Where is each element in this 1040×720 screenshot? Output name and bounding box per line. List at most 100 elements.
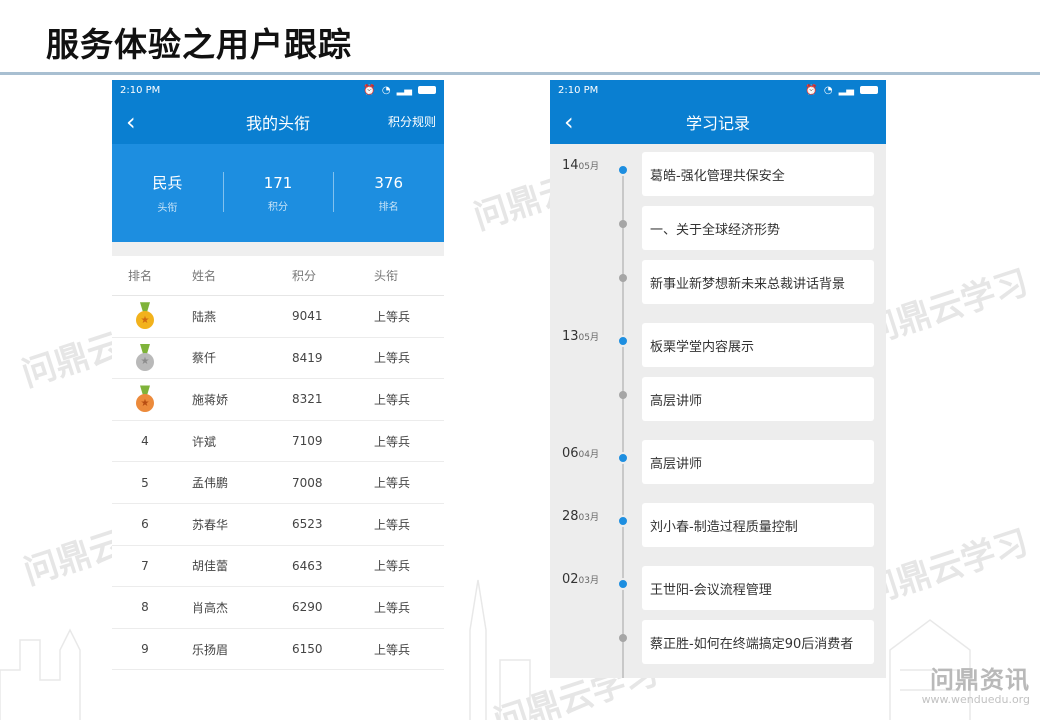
score-cell: 7109 — [292, 434, 323, 449]
score-cell: 6150 — [292, 642, 323, 657]
timeline-date: 2803月 — [562, 509, 599, 524]
column-header-rank: 排名 — [128, 269, 153, 283]
rank-cell: 7 — [141, 558, 149, 573]
status-bar: 2:10 PM ⏰ ◔ ▂▄ — [112, 80, 444, 100]
score-cell: 6290 — [292, 600, 323, 615]
stat-label: 排名 — [378, 201, 399, 213]
title-cell: 上等兵 — [374, 642, 411, 657]
stat-label: 积分 — [268, 201, 288, 213]
name-cell: 肖高杰 — [192, 600, 229, 615]
wifi-icon: ◔ — [823, 84, 833, 96]
course-card[interactable]: 葛皓-强化管理共保安全 — [642, 152, 874, 196]
name-cell: 苏春华 — [192, 517, 229, 532]
table-row[interactable]: 5 孟伟鹏 7008 上等兵 — [112, 462, 444, 504]
column-header-score: 积分 — [292, 269, 317, 283]
title-cell: 上等兵 — [374, 309, 411, 324]
timeline-dot-icon — [619, 220, 627, 228]
score-cell: 6523 — [292, 517, 323, 532]
table-row[interactable]: 8 肖高杰 6290 上等兵 — [112, 587, 444, 629]
score-cell: 6463 — [292, 558, 323, 573]
timeline-dot-icon — [619, 274, 627, 282]
timeline-item: 高层讲师 — [550, 377, 886, 421]
course-card[interactable]: 蔡正胜-如何在终端搞定90后消费者 — [642, 620, 874, 664]
ranking-phone-screen: 2:10 PM ⏰ ◔ ▂▄ ‹ 我的头衔 积分规则 民兵 头衔 171 积分 … — [112, 80, 444, 670]
title-divider — [0, 72, 1040, 75]
battery-icon — [860, 86, 878, 94]
course-card[interactable]: 板栗学堂内容展示 — [642, 323, 874, 367]
table-row[interactable]: ★ 施蒋娇 8321 上等兵 — [112, 379, 444, 421]
table-row[interactable]: ★ 陆燕 9041 上等兵 — [112, 296, 444, 338]
name-cell: 乐扬眉 — [192, 642, 229, 657]
course-card[interactable]: 王世阳-会议流程管理 — [642, 566, 874, 610]
table-row[interactable]: 6 苏春华 6523 上等兵 — [112, 504, 444, 546]
name-cell: 施蒋娇 — [192, 392, 229, 407]
timeline-item: 2803月 刘小春-制造过程质量控制 — [550, 503, 886, 547]
points-rules-link[interactable]: 积分规则 — [388, 113, 436, 130]
alarm-icon: ⏰ — [805, 84, 818, 96]
screen-title: 学习记录 — [685, 114, 750, 133]
column-header-name: 姓名 — [192, 269, 217, 283]
name-cell: 孟伟鹏 — [192, 476, 229, 491]
status-bar: 2:10 PM ⏰ ◔ ▂▄ — [550, 80, 886, 100]
timeline-date: 1405月 — [562, 158, 599, 173]
timeline-item: 0203月 王世阳-会议流程管理 — [550, 566, 886, 610]
nav-bar: ‹ 我的头衔 积分规则 — [112, 100, 444, 144]
battery-icon — [418, 86, 436, 94]
score-cell: 9041 — [292, 309, 323, 324]
stat-rank: 376 排名 — [333, 171, 444, 213]
status-time: 2:10 PM — [558, 84, 599, 96]
score-cell: 7008 — [292, 475, 323, 490]
timeline-dot-icon — [619, 634, 627, 642]
user-stats-panel: 民兵 头衔 171 积分 376 排名 — [112, 144, 444, 242]
title-cell: 上等兵 — [374, 600, 411, 615]
score-cell: 8419 — [292, 350, 323, 365]
chevron-left-icon[interactable]: ‹ — [564, 108, 574, 136]
wifi-icon: ◔ — [381, 84, 391, 96]
status-icons: ⏰ ◔ ▂▄ — [363, 85, 436, 96]
signal-icon: ▂▄ — [396, 84, 412, 96]
screen-title: 我的头衔 — [245, 114, 310, 133]
stat-value: 171 — [263, 173, 293, 192]
course-card[interactable]: 一、关于全球经济形势 — [642, 206, 874, 250]
nav-bar: ‹ 学习记录 — [550, 100, 886, 144]
gold-medal-icon: ★ — [135, 302, 155, 330]
silver-medal-icon: ★ — [135, 343, 155, 372]
status-icons: ⏰ ◔ ▂▄ — [805, 85, 878, 96]
name-cell: 陆燕 — [192, 309, 217, 324]
timeline-item: 0604月 高层讲师 — [550, 440, 886, 484]
timeline-dot-icon — [617, 164, 629, 176]
rank-cell: ★ — [128, 302, 192, 330]
table-row[interactable]: 9 乐扬眉 6150 上等兵 — [112, 629, 444, 670]
rank-cell: ★ — [128, 343, 192, 372]
course-card[interactable]: 新事业新梦想新未来总裁讲话背景 — [642, 260, 874, 304]
timeline-item: 1405月 葛皓-强化管理共保安全 — [550, 152, 886, 196]
name-cell: 蔡仟 — [192, 351, 217, 366]
course-card[interactable]: 高层讲师 — [642, 440, 874, 484]
course-card[interactable]: 高层讲师 — [642, 377, 874, 421]
stat-title: 民兵 头衔 — [112, 172, 223, 214]
bronze-medal-icon: ★ — [135, 385, 155, 413]
stat-points: 171 积分 — [222, 171, 334, 213]
timeline-item: 一、关于全球经济形势 — [550, 206, 886, 250]
table-row[interactable]: ★ 蔡仟 8419 上等兵 — [112, 338, 444, 380]
timeline-item: 蔡正胜-如何在终端搞定90后消费者 — [550, 620, 886, 664]
timeline-date: 0604月 — [562, 446, 599, 461]
timeline-date: 0203月 — [562, 572, 599, 587]
timeline-dot-icon — [617, 452, 629, 464]
table-row[interactable]: 4 许斌 7109 上等兵 — [112, 421, 444, 463]
stat-value: 民兵 — [152, 174, 183, 192]
rank-cell: 4 — [141, 434, 149, 449]
title-cell: 上等兵 — [374, 392, 411, 407]
brand-logo-text: 问鼎资讯 — [930, 666, 1030, 694]
ranking-table-header: 排名 姓名 积分 头衔 — [112, 256, 444, 296]
column-header-title: 头衔 — [374, 269, 399, 283]
course-card[interactable]: 刘小春-制造过程质量控制 — [642, 503, 874, 547]
name-cell: 许斌 — [192, 434, 217, 449]
signal-icon: ▂▄ — [838, 84, 854, 96]
brand-url: www.wenduedu.org — [921, 693, 1030, 706]
score-cell: 8321 — [292, 392, 323, 407]
study-record-phone-screen: 2:10 PM ⏰ ◔ ▂▄ ‹ 学习记录 1405月 葛皓-强化管理共保安全 … — [550, 80, 886, 678]
chevron-left-icon[interactable]: ‹ — [126, 108, 136, 136]
brand-logo: 问鼎资讯 www.wenduedu.org — [922, 660, 1030, 706]
table-row[interactable]: 7 胡佳蕾 6463 上等兵 — [112, 546, 444, 588]
